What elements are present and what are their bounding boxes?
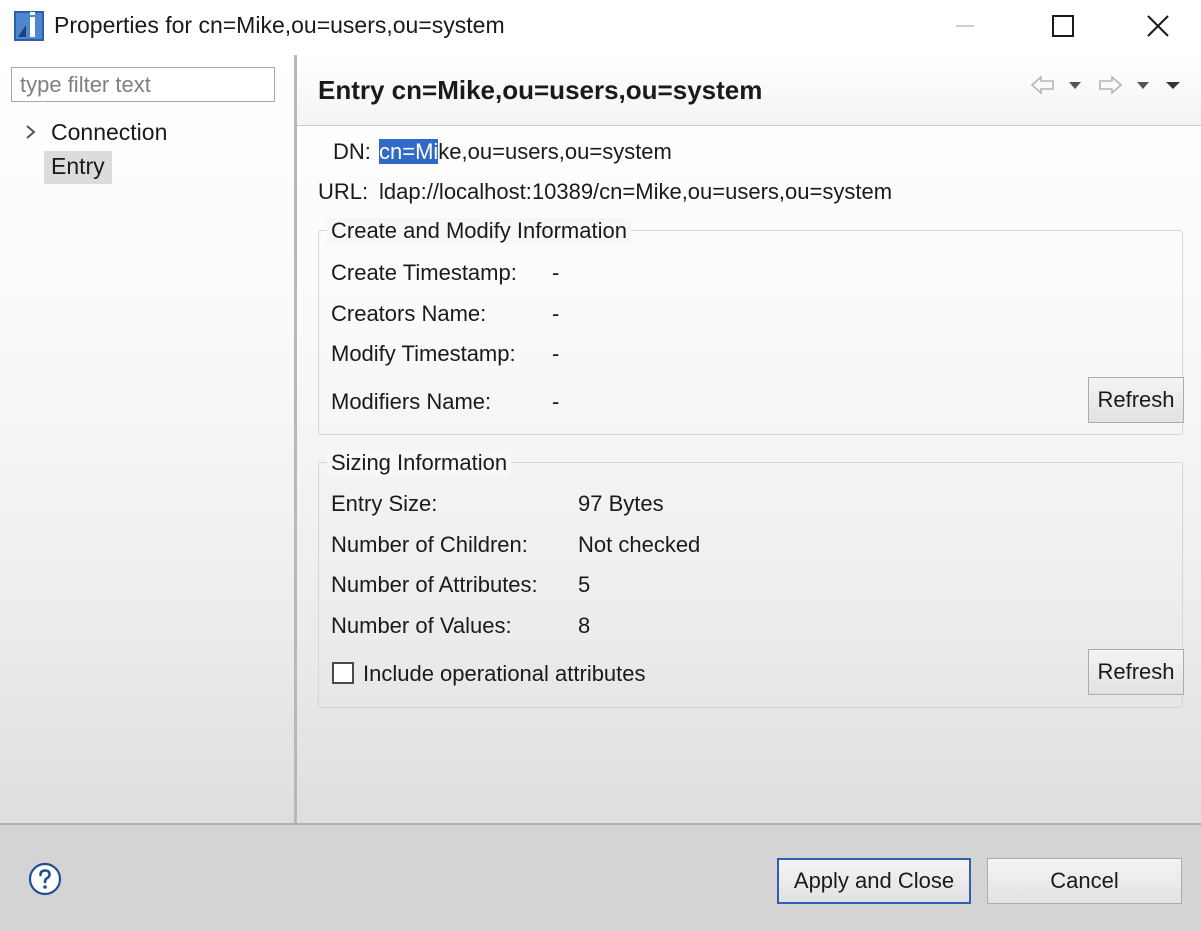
attributes-count-label: Number of Attributes: xyxy=(331,572,538,597)
refresh-create-modify-button[interactable]: Refresh xyxy=(1088,377,1184,423)
modify-timestamp-label: Modify Timestamp: xyxy=(331,341,516,366)
modifiers-name-value: - xyxy=(552,389,560,414)
dn-rest-text: ke,ou=users,ou=system xyxy=(438,139,672,164)
dropdown-triangle-icon[interactable] xyxy=(1067,73,1083,97)
url-value[interactable]: ldap://localhost:10389/cn=Mike,ou=users,… xyxy=(379,179,892,205)
close-icon[interactable] xyxy=(1135,4,1181,48)
apply-and-close-button[interactable]: Apply and Close xyxy=(777,858,971,904)
modify-timestamp-value: - xyxy=(552,341,560,366)
dropdown-triangle-icon[interactable] xyxy=(1135,73,1151,97)
tree-item-connection[interactable]: Connection xyxy=(51,119,167,146)
modifiers-name-label: Modifiers Name: xyxy=(331,389,492,414)
back-arrow-icon[interactable] xyxy=(1030,73,1056,97)
url-label: URL: xyxy=(318,179,369,204)
forward-arrow-icon[interactable] xyxy=(1097,73,1123,97)
dn-selected-text: cn=Mi xyxy=(379,139,439,164)
view-menu-icon[interactable] xyxy=(1163,73,1183,97)
values-count-label: Number of Values: xyxy=(331,613,512,638)
children-count-value: Not checked xyxy=(578,532,701,557)
cancel-button[interactable]: Cancel xyxy=(987,858,1182,904)
create-timestamp-label: Create Timestamp: xyxy=(331,260,517,285)
navigation-pane: Connection Entry xyxy=(0,55,294,823)
create-modify-title: Create and Modify Information xyxy=(327,218,631,244)
entry-size-value: 97 Bytes xyxy=(578,491,664,516)
sizing-title: Sizing Information xyxy=(327,450,512,476)
maximize-icon[interactable] xyxy=(1040,4,1086,48)
tree-item-entry[interactable]: Entry xyxy=(44,151,112,184)
page-header: Entry cn=Mike,ou=users,ou=system xyxy=(297,55,1201,126)
creators-name-label: Creators Name: xyxy=(331,301,487,326)
chevron-right-icon[interactable] xyxy=(22,121,40,143)
children-count-label: Number of Children: xyxy=(331,532,528,557)
page-title: Entry cn=Mike,ou=users,ou=system xyxy=(318,75,763,105)
entry-size-label: Entry Size: xyxy=(331,491,438,516)
properties-page: Entry cn=Mike,ou=users,ou=system DN: cn=… xyxy=(297,55,1201,823)
dialog-content: Connection Entry Entry cn=Mike,ou=users,… xyxy=(0,55,1201,823)
include-operational-label[interactable]: Include operational attributes xyxy=(363,661,646,687)
window-title: Properties for cn=Mike,ou=users,ou=syste… xyxy=(54,12,505,38)
creators-name-value: - xyxy=(552,301,560,326)
dn-label: DN: xyxy=(333,139,371,164)
refresh-sizing-button[interactable]: Refresh xyxy=(1088,649,1184,695)
dn-value[interactable]: cn=Mike,ou=users,ou=system xyxy=(379,139,672,165)
include-operational-checkbox[interactable] xyxy=(332,662,354,684)
title-bar: Properties for cn=Mike,ou=users,ou=syste… xyxy=(0,0,1201,52)
filter-input[interactable] xyxy=(11,67,275,102)
attributes-count-value: 5 xyxy=(578,572,591,597)
app-icon xyxy=(14,11,44,41)
minimize-icon[interactable] xyxy=(942,4,988,48)
help-icon[interactable] xyxy=(28,862,62,896)
create-timestamp-value: - xyxy=(552,260,560,285)
values-count-value: 8 xyxy=(578,613,591,638)
dialog-footer: Apply and Close Cancel xyxy=(0,823,1201,931)
